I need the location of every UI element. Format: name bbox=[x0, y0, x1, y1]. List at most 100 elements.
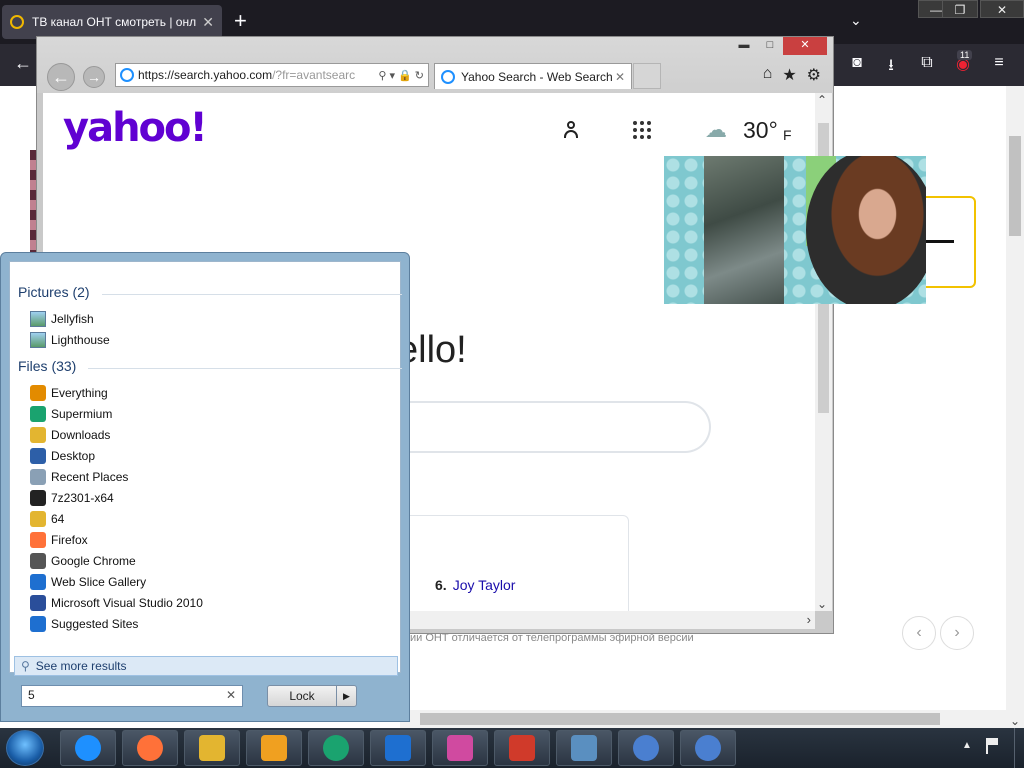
scroll-down-arrow[interactable]: ⌄ bbox=[817, 597, 827, 611]
firefox-active-tab[interactable]: ТВ канал ОНТ смотреть | онл ✕ bbox=[2, 5, 222, 39]
chrome-icon bbox=[30, 552, 46, 569]
files-item-label: Suggested Sites bbox=[51, 616, 139, 631]
favorites-icon[interactable]: ★ bbox=[782, 65, 796, 85]
avant-browser-icon bbox=[385, 735, 411, 761]
scroll-up-arrow[interactable]: ⌃ bbox=[817, 93, 827, 107]
weather-unit[interactable]: F bbox=[783, 127, 792, 143]
supermium-icon bbox=[323, 735, 349, 761]
new-tab-button[interactable]: + bbox=[234, 9, 247, 33]
see-more-results[interactable]: ⚲ See more results bbox=[14, 656, 398, 676]
taskbar-avant-browser-button[interactable] bbox=[370, 730, 426, 766]
scroll-down-arrow[interactable]: ⌄ bbox=[1010, 714, 1020, 728]
ie-address-bar[interactable]: https://search.yahoo.com/?fr=avantsearc … bbox=[115, 63, 429, 87]
pictures-item[interactable]: Lighthouse bbox=[30, 329, 110, 350]
taskbar-firefox-button[interactable] bbox=[122, 730, 178, 766]
files-item-label: Desktop bbox=[51, 448, 96, 463]
firefox-vertical-scrollbar[interactable]: ⌄ bbox=[1006, 86, 1024, 728]
taskbar-chrome-1-button[interactable] bbox=[618, 730, 674, 766]
start-search-input[interactable]: 5 ✕ bbox=[21, 685, 243, 707]
url-rest: /?fr=avantsearc bbox=[272, 68, 356, 82]
ie-tab-close-icon[interactable]: ✕ bbox=[615, 70, 625, 84]
show-hidden-icons[interactable]: ▲ bbox=[962, 740, 972, 751]
files-item[interactable]: Google Chrome bbox=[30, 550, 136, 571]
files-item[interactable]: 64 bbox=[30, 508, 64, 529]
list-all-tabs-button[interactable]: ⌄ bbox=[850, 12, 862, 29]
firefox-horizontal-scrollbar[interactable] bbox=[400, 710, 1006, 728]
files-item[interactable]: Suggested Sites bbox=[30, 613, 138, 634]
prev-button[interactable]: ‹ bbox=[902, 616, 936, 650]
weather-temperature[interactable]: 30° bbox=[743, 117, 778, 144]
start-button[interactable] bbox=[6, 730, 44, 766]
pictures-item[interactable]: Jellyfish bbox=[30, 308, 94, 329]
downloads-icon[interactable]: ⭳ bbox=[880, 54, 902, 81]
taskbar-file-explorer-button[interactable] bbox=[184, 730, 240, 766]
url-main: https://search.yahoo.com bbox=[138, 68, 273, 82]
close-button[interactable]: ✕ bbox=[980, 0, 1024, 18]
video-overlay[interactable] bbox=[664, 156, 926, 304]
addon-badge: 11 bbox=[957, 50, 973, 60]
taskbar-supermium-button[interactable] bbox=[308, 730, 364, 766]
home-icon[interactable]: ⌂ bbox=[763, 65, 773, 85]
action-center-flag-icon[interactable] bbox=[986, 738, 1000, 754]
show-desktop-button[interactable] bbox=[1014, 728, 1024, 768]
files-item[interactable]: Microsoft Visual Studio 2010 bbox=[30, 592, 203, 613]
restore-button[interactable]: ❐ bbox=[942, 0, 978, 18]
files-header: Files (33) bbox=[18, 358, 402, 374]
files-item[interactable]: Downloads bbox=[30, 424, 110, 445]
start-menu: Pictures (2) Jellyfish Lighthouse Files (… bbox=[0, 252, 410, 722]
back-button[interactable]: ← bbox=[14, 53, 32, 74]
next-button[interactable]: › bbox=[940, 616, 974, 650]
files-item[interactable]: 7z2301-x64 bbox=[30, 487, 114, 508]
taskbar-media-player-button[interactable] bbox=[246, 730, 302, 766]
tools-icon[interactable]: ⚙ bbox=[807, 65, 821, 85]
folder-download-icon bbox=[30, 426, 46, 443]
menu-icon[interactable]: ≡ bbox=[988, 54, 1010, 72]
files-item[interactable]: Everything bbox=[30, 382, 108, 403]
picture-icon bbox=[30, 331, 46, 348]
close-tab-icon[interactable]: ✕ bbox=[202, 14, 214, 31]
firefox-icon bbox=[30, 531, 46, 548]
pocket-icon[interactable]: ◙ bbox=[846, 54, 868, 72]
presenter-image bbox=[806, 156, 926, 304]
files-item[interactable]: Recent Places bbox=[30, 466, 128, 487]
ie-new-tab-button[interactable] bbox=[633, 63, 661, 89]
files-item-label: Supermium bbox=[51, 406, 113, 421]
apps-grid-icon[interactable] bbox=[633, 121, 651, 139]
pictures-item-label: Jellyfish bbox=[51, 311, 94, 326]
page-card[interactable] bbox=[920, 196, 976, 288]
ie-minimize-button[interactable]: ▬ bbox=[731, 37, 757, 55]
files-item[interactable]: Web Slice Gallery bbox=[30, 571, 146, 592]
profile-icon[interactable] bbox=[563, 121, 579, 139]
taskbar-image-viewer-button[interactable] bbox=[556, 730, 612, 766]
address-bar-icons[interactable]: ⚲ ▾ 🔒 ↻ bbox=[378, 69, 424, 82]
ie-title-bar: ▬ □ ✕ ← → https://search.yahoo.com/?fr=a… bbox=[37, 37, 833, 93]
media-player-icon bbox=[261, 735, 287, 761]
taskbar-cat-browser-red-button[interactable] bbox=[494, 730, 550, 766]
extensions-icon[interactable]: ⧉ bbox=[916, 54, 938, 72]
weather-rain-icon: ☁ bbox=[705, 117, 727, 142]
files-item[interactable]: Supermium bbox=[30, 403, 112, 424]
taskbar-cat-browser-pink-button[interactable] bbox=[432, 730, 488, 766]
yahoo-logo[interactable]: yahoo! bbox=[63, 105, 208, 151]
trending-item[interactable]: 6. Joy Taylor bbox=[435, 577, 515, 593]
ie-back-button[interactable]: ← bbox=[47, 63, 75, 91]
lock-options-arrow[interactable]: ▶ bbox=[336, 686, 356, 706]
picture-icon bbox=[30, 310, 46, 327]
files-item-label: Microsoft Visual Studio 2010 bbox=[51, 595, 203, 610]
ie-close-button[interactable]: ✕ bbox=[783, 37, 827, 55]
trending-link[interactable]: Joy Taylor bbox=[453, 577, 516, 593]
ie-tab[interactable]: Yahoo Search - Web Search ✕ bbox=[434, 63, 632, 89]
firefox-icon bbox=[137, 735, 163, 761]
files-item[interactable]: Desktop bbox=[30, 445, 95, 466]
files-item[interactable]: Firefox bbox=[30, 529, 88, 550]
ie-maximize-button[interactable]: □ bbox=[757, 37, 783, 55]
files-item-label: 64 bbox=[51, 511, 65, 526]
lock-button[interactable]: Lock ▶ bbox=[267, 685, 357, 707]
tab-ie-icon bbox=[441, 69, 455, 84]
ie-forward-button[interactable]: → bbox=[83, 66, 105, 88]
clear-search-icon[interactable]: ✕ bbox=[226, 688, 236, 702]
taskbar-internet-explorer-button[interactable] bbox=[60, 730, 116, 766]
scroll-right-arrow[interactable]: › bbox=[807, 612, 811, 627]
7zip-icon bbox=[30, 489, 46, 506]
taskbar-chrome-2-button[interactable] bbox=[680, 730, 736, 766]
